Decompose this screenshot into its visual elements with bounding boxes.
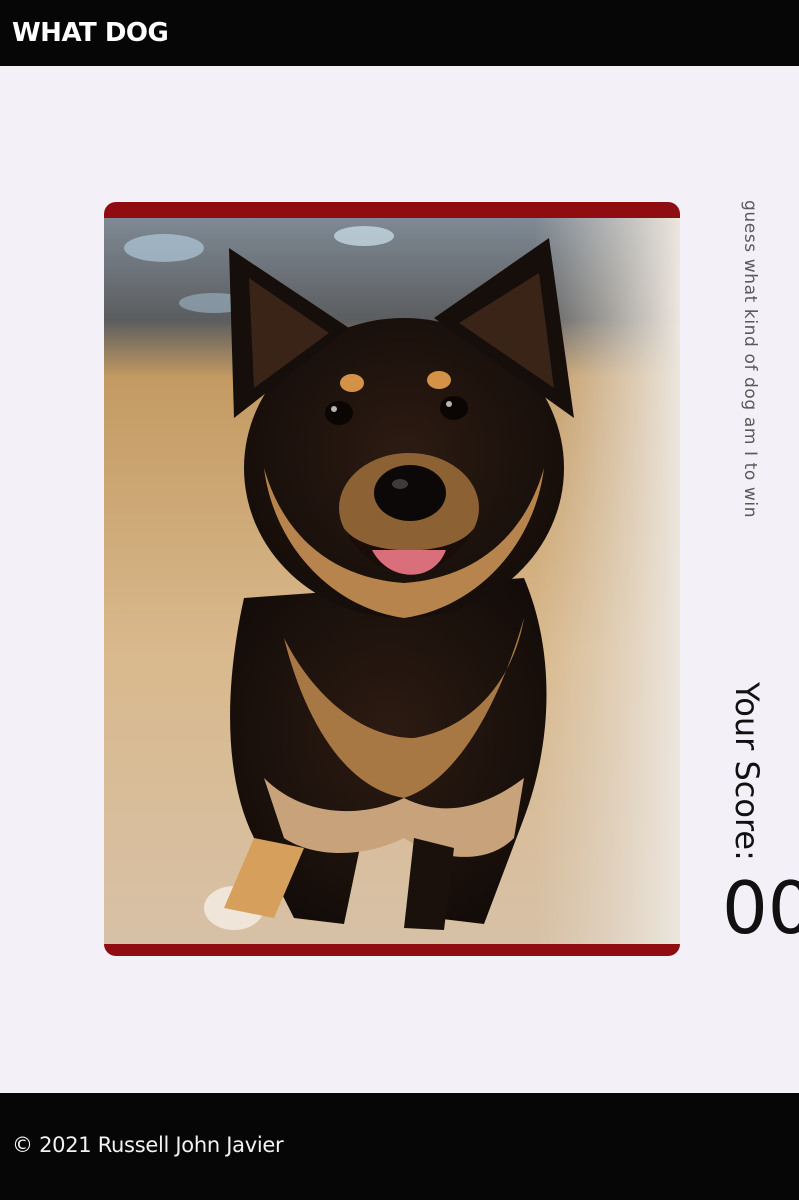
brand-logo-text[interactable]: WHAT DOG xyxy=(12,18,169,48)
hint-text: guess what kind of dog am I to win xyxy=(740,200,760,519)
footer: © 2021 Russell John Javier xyxy=(0,1093,799,1200)
top-navbar: WHAT DOG xyxy=(0,0,799,66)
dog-photo-icon xyxy=(104,218,680,944)
dog-photo-card xyxy=(104,202,680,956)
score-label: Your Score: xyxy=(728,682,766,861)
score-value: 00 xyxy=(722,866,799,950)
dog-photo xyxy=(104,218,680,944)
copyright-text: © 2021 Russell John Javier xyxy=(12,1133,284,1157)
